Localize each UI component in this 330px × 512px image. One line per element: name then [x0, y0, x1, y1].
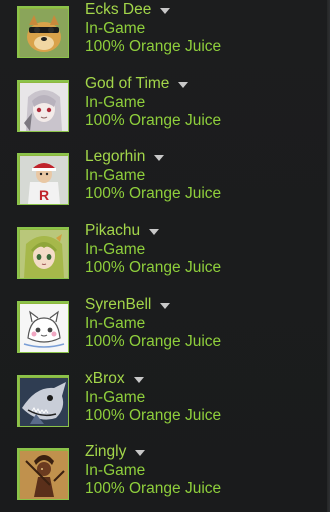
- chevron-down-icon[interactable]: [178, 81, 189, 88]
- friend-entry[interactable]: SyrenBell In-Game 100% Orange Juice: [17, 296, 317, 357]
- friend-name[interactable]: Pikachu: [85, 222, 140, 241]
- friend-status: In-Game: [85, 19, 146, 37]
- friend-status: In-Game: [85, 388, 146, 406]
- shark-avatar-icon[interactable]: [17, 375, 69, 427]
- friend-game[interactable]: 100% Orange Juice: [85, 480, 221, 499]
- friend-game[interactable]: 100% Orange Juice: [85, 407, 221, 426]
- friend-game[interactable]: 100% Orange Juice: [85, 259, 221, 278]
- friend-status: In-Game: [85, 166, 146, 184]
- friend-entry[interactable]: Pikachu In-Game 100% Orange Juice: [17, 222, 317, 283]
- friends-list-panel: Ecks Dee In-Game 100% Orange Juice God o…: [0, 0, 330, 512]
- friend-info: God of Time In-Game 100% Orange Juice: [85, 75, 221, 131]
- friend-entry[interactable]: xBrox In-Game 100% Orange Juice: [17, 370, 317, 431]
- friend-game[interactable]: 100% Orange Juice: [85, 38, 221, 57]
- chevron-down-icon[interactable]: [133, 376, 144, 383]
- friend-name[interactable]: Ecks Dee: [85, 1, 151, 20]
- friend-status: In-Game: [85, 461, 146, 479]
- friend-entry[interactable]: Ecks Dee In-Game 100% Orange Juice: [17, 1, 317, 62]
- friend-game[interactable]: 100% Orange Juice: [85, 185, 221, 204]
- friend-info: Pikachu In-Game 100% Orange Juice: [85, 222, 221, 278]
- sketch-cat-avatar-icon[interactable]: [17, 301, 69, 353]
- friend-game[interactable]: 100% Orange Juice: [85, 112, 221, 131]
- warrior-avatar-icon[interactable]: [17, 448, 69, 500]
- friend-name[interactable]: Legorhin: [85, 148, 145, 167]
- friend-game[interactable]: 100% Orange Juice: [85, 333, 221, 352]
- friend-info: Ecks Dee In-Game 100% Orange Juice: [85, 1, 221, 57]
- friend-entry[interactable]: God of Time In-Game 100% Orange Juice: [17, 75, 317, 136]
- friend-status: In-Game: [85, 240, 146, 258]
- friend-status: In-Game: [85, 314, 146, 332]
- friend-entry[interactable]: R Legorhin In-Game 100% Orange Juice: [17, 148, 317, 209]
- chevron-down-icon[interactable]: [154, 154, 165, 161]
- friend-info: xBrox In-Game 100% Orange Juice: [85, 370, 221, 426]
- doge-avatar-icon[interactable]: [17, 6, 69, 58]
- friend-name[interactable]: Zingly: [85, 443, 126, 462]
- chevron-down-icon[interactable]: [160, 7, 171, 14]
- anime-green-hair-avatar-icon[interactable]: [17, 227, 69, 279]
- friend-name[interactable]: SyrenBell: [85, 296, 151, 315]
- svg-text:R: R: [39, 187, 49, 203]
- friend-info: Legorhin In-Game 100% Orange Juice: [85, 148, 221, 204]
- chevron-down-icon[interactable]: [149, 228, 160, 235]
- friend-status: In-Game: [85, 93, 146, 111]
- anime-white-hair-avatar-icon[interactable]: [17, 80, 69, 132]
- team-rocket-avatar-icon[interactable]: R: [17, 153, 69, 205]
- chevron-down-icon[interactable]: [135, 449, 146, 456]
- friend-info: Zingly In-Game 100% Orange Juice: [85, 443, 221, 499]
- chevron-down-icon[interactable]: [160, 302, 171, 309]
- friend-entry[interactable]: Zingly In-Game 100% Orange Juice: [17, 443, 317, 504]
- friend-info: SyrenBell In-Game 100% Orange Juice: [85, 296, 221, 352]
- friend-name[interactable]: God of Time: [85, 75, 169, 94]
- friend-name[interactable]: xBrox: [85, 370, 125, 389]
